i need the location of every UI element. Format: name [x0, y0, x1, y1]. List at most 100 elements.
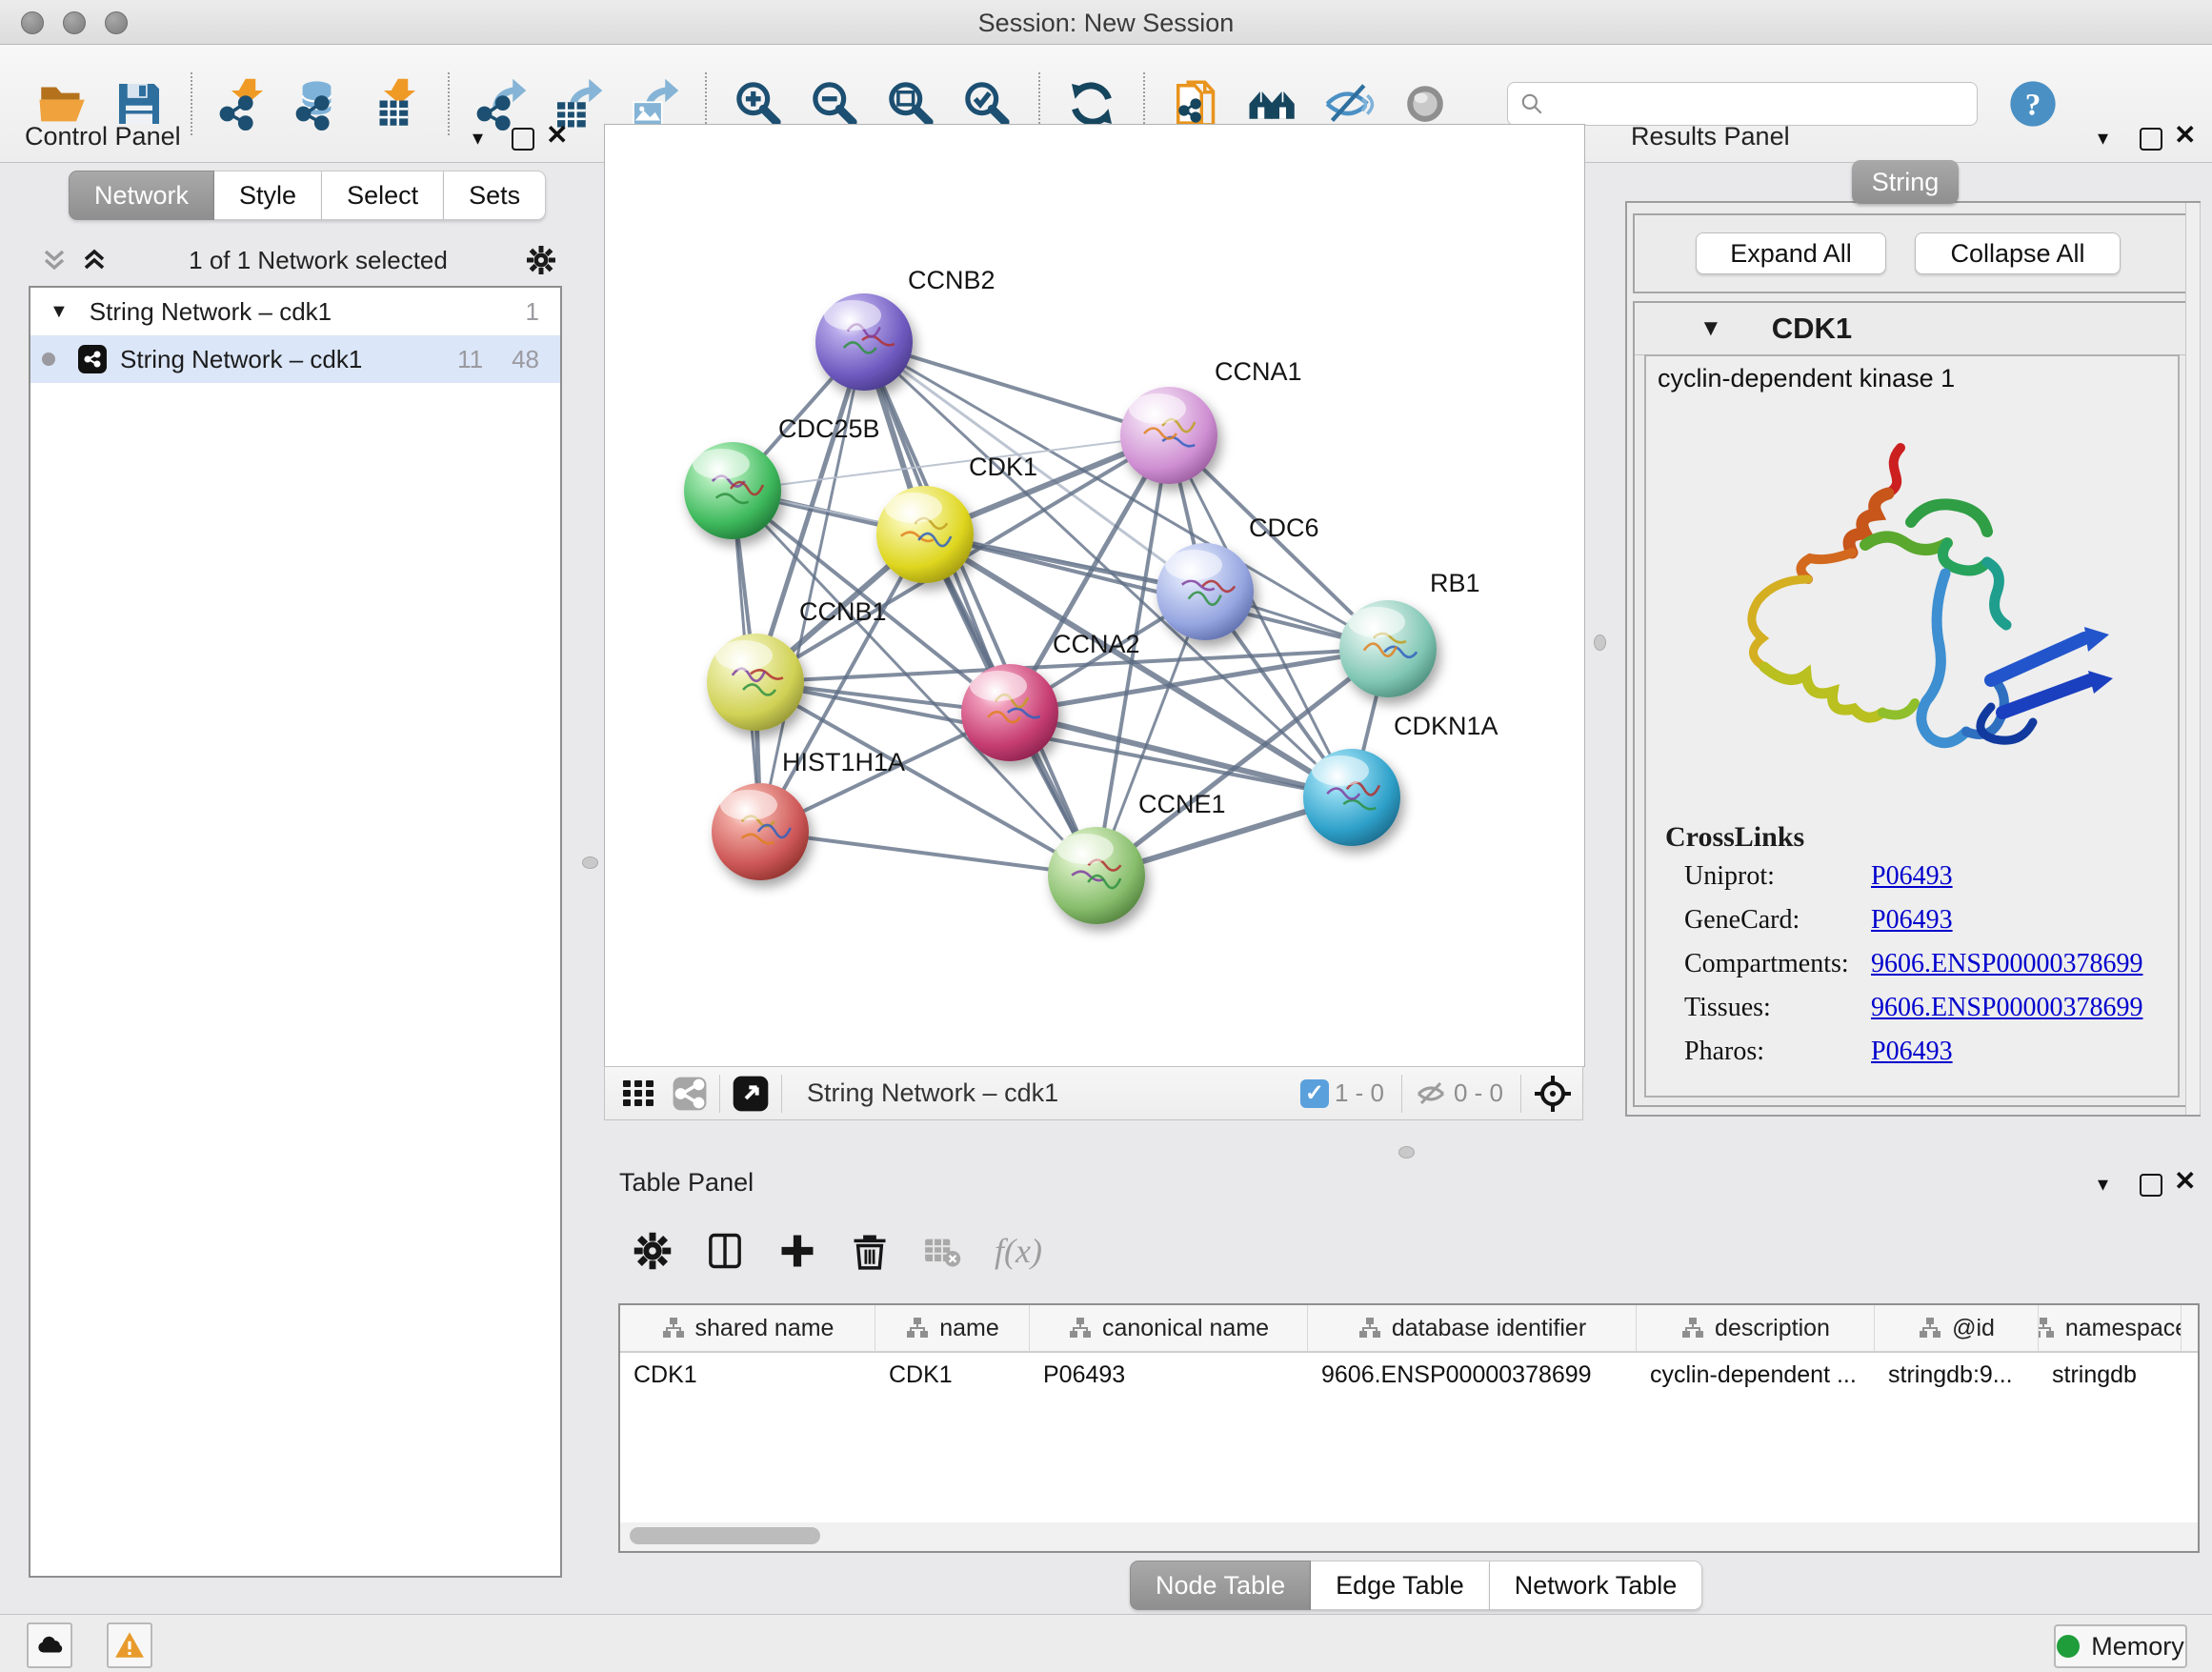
- tab-edge-table[interactable]: Edge Table: [1311, 1561, 1490, 1610]
- network-node-CCNE1[interactable]: [1048, 827, 1145, 924]
- gene-entry-header[interactable]: ▼ CDK1: [1635, 303, 2189, 355]
- entry-collapse-caret-icon[interactable]: ▼: [1699, 315, 1722, 342]
- tab-select[interactable]: Select: [322, 171, 444, 220]
- cloud-status-button[interactable]: [27, 1622, 72, 1668]
- results-panel-scrollbar[interactable]: [2185, 203, 2201, 1115]
- node-table[interactable]: shared namenamecanonical namedatabase id…: [618, 1303, 2200, 1553]
- crosslink-link[interactable]: P06493: [1871, 905, 1953, 936]
- expand-all-icon[interactable]: [78, 244, 111, 276]
- warnings-button[interactable]: [107, 1622, 152, 1668]
- node-label-CDKN1A: CDKN1A: [1394, 712, 1498, 740]
- export-network-button[interactable]: [473, 75, 530, 132]
- trash-icon: [849, 1230, 891, 1272]
- table-row[interactable]: CDK1CDK1P064939606.ENSP00000378699cyclin…: [620, 1353, 2198, 1397]
- network-row[interactable]: String Network – cdk1 11 48: [30, 335, 560, 383]
- network-node-CCNB1[interactable]: [707, 634, 804, 731]
- table-panel-menu-caret-icon[interactable]: ▾: [2098, 1172, 2108, 1197]
- birdseye-view-icon[interactable]: [732, 1075, 770, 1113]
- tab-style[interactable]: Style: [214, 171, 322, 220]
- collapse-all-icon[interactable]: [38, 244, 70, 276]
- network-node-CDC6[interactable]: [1156, 543, 1254, 640]
- network-edge[interactable]: [864, 342, 1096, 876]
- help-button[interactable]: ?: [2004, 75, 2061, 132]
- import-table-icon: [370, 77, 423, 131]
- network-node-RB1[interactable]: [1339, 600, 1437, 697]
- status-bar: Memory: [0, 1614, 2212, 1672]
- table-cell: cyclin-dependent ...: [1637, 1361, 1875, 1389]
- delete-column-button[interactable]: [846, 1227, 894, 1275]
- network-collection-row[interactable]: ▼ String Network – cdk1 1: [30, 288, 560, 335]
- import-database-icon: [293, 77, 347, 131]
- results-panel-menu-caret-icon[interactable]: ▾: [2098, 126, 2108, 151]
- network-node-CCNB2[interactable]: [815, 293, 913, 391]
- column-header-id[interactable]: @id: [1875, 1305, 2039, 1351]
- crosslinks-title: CrossLinks: [1665, 821, 1804, 854]
- control-panel-menu-caret-icon[interactable]: ▾: [473, 126, 483, 151]
- import-table-button[interactable]: [368, 75, 425, 132]
- import-network-icon: [217, 77, 271, 131]
- horizontal-splitter-handle[interactable]: [1398, 1146, 1415, 1158]
- tab-network-table[interactable]: Network Table: [1490, 1561, 1703, 1610]
- column-header-namespace[interactable]: namespace: [2039, 1305, 2182, 1351]
- create-column-button[interactable]: [774, 1227, 821, 1275]
- column-header-description[interactable]: description: [1637, 1305, 1875, 1351]
- selected-nodes-checkbox-icon[interactable]: ✓: [1300, 1079, 1329, 1108]
- results-panel-close-icon[interactable]: ✕: [2174, 119, 2196, 151]
- table-header-row: shared namenamecanonical namedatabase id…: [620, 1305, 2198, 1353]
- column-hierarchy-icon: [1357, 1316, 1382, 1340]
- crosslink-link[interactable]: P06493: [1871, 1037, 1953, 1067]
- control-panel-tabs: NetworkStyleSelectSets: [69, 171, 546, 218]
- network-canvas[interactable]: CCNB2CCNA1CDC25BCDK1CDC6RB1CCNB1CCNA2CDK…: [604, 124, 1585, 1067]
- import-network-button[interactable]: [215, 75, 272, 132]
- tab-node-table[interactable]: Node Table: [1130, 1561, 1311, 1610]
- results-panel-float-button[interactable]: [2140, 128, 2162, 151]
- column-header-canonicalname[interactable]: canonical name: [1030, 1305, 1308, 1351]
- column-header-sharedname[interactable]: shared name: [620, 1305, 875, 1351]
- table-panel-float-button[interactable]: [2140, 1174, 2162, 1197]
- string-network-icon: [78, 345, 107, 373]
- collapse-all-button[interactable]: Collapse All: [1915, 232, 2121, 274]
- tab-sets[interactable]: Sets: [444, 171, 546, 220]
- node-label-HIST1H1A: HIST1H1A: [782, 748, 905, 776]
- tree-expand-caret-icon[interactable]: ▼: [50, 301, 69, 323]
- network-node-CDKN1A[interactable]: [1303, 749, 1400, 846]
- tab-string[interactable]: String: [1852, 160, 1959, 204]
- tab-network[interactable]: Network: [69, 171, 214, 220]
- memory-button[interactable]: Memory: [2054, 1624, 2187, 1668]
- current-network-bullet-icon: [42, 353, 55, 366]
- right-splitter-handle[interactable]: [1594, 635, 1606, 651]
- search-box[interactable]: [1507, 82, 1978, 126]
- network-node-HIST1H1A[interactable]: [712, 783, 809, 880]
- network-options-gear-icon[interactable]: [526, 245, 556, 275]
- column-hierarchy-icon: [1068, 1316, 1093, 1340]
- column-header-databaseidentifier[interactable]: database identifier: [1308, 1305, 1637, 1351]
- control-panel-float-button[interactable]: [512, 128, 534, 151]
- network-node-CDK1[interactable]: [876, 486, 974, 583]
- gear-icon: [632, 1230, 674, 1272]
- zoom-in-icon: [732, 77, 785, 131]
- network-node-CCNA1[interactable]: [1120, 387, 1217, 484]
- column-header-name[interactable]: name: [875, 1305, 1030, 1351]
- network-edge[interactable]: [760, 832, 1096, 876]
- show-columns-button[interactable]: [701, 1227, 749, 1275]
- column-hierarchy-icon: [1918, 1316, 1942, 1340]
- table-settings-button[interactable]: [629, 1227, 676, 1275]
- fit-content-crosshair-icon[interactable]: [1533, 1074, 1573, 1114]
- network-view-toolbar: String Network – cdk1 ✓ 1 - 0 0 - 0: [604, 1066, 1583, 1120]
- import-database-button[interactable]: [292, 75, 349, 132]
- crosslink-link[interactable]: 9606.ENSP00000378699: [1871, 993, 2142, 1023]
- expand-all-button[interactable]: Expand All: [1696, 232, 1886, 274]
- share-view-icon[interactable]: [672, 1076, 708, 1112]
- hidden-items-eye-icon[interactable]: [1414, 1077, 1448, 1111]
- network-node-CCNA2[interactable]: [961, 664, 1058, 761]
- table-horizontal-scrollbar[interactable]: [620, 1522, 2198, 1551]
- control-panel-close-icon[interactable]: ✕: [546, 119, 568, 151]
- scrollbar-thumb[interactable]: [630, 1527, 820, 1544]
- table-panel-close-icon[interactable]: ✕: [2174, 1165, 2196, 1197]
- network-node-CDC25B[interactable]: [684, 442, 781, 539]
- crosslink-link[interactable]: 9606.ENSP00000378699: [1871, 949, 2142, 979]
- crosslink-link[interactable]: P06493: [1871, 861, 1953, 892]
- grid-view-icon[interactable]: [620, 1076, 656, 1112]
- search-input[interactable]: [1552, 90, 1965, 118]
- left-splitter-handle[interactable]: [582, 856, 598, 869]
